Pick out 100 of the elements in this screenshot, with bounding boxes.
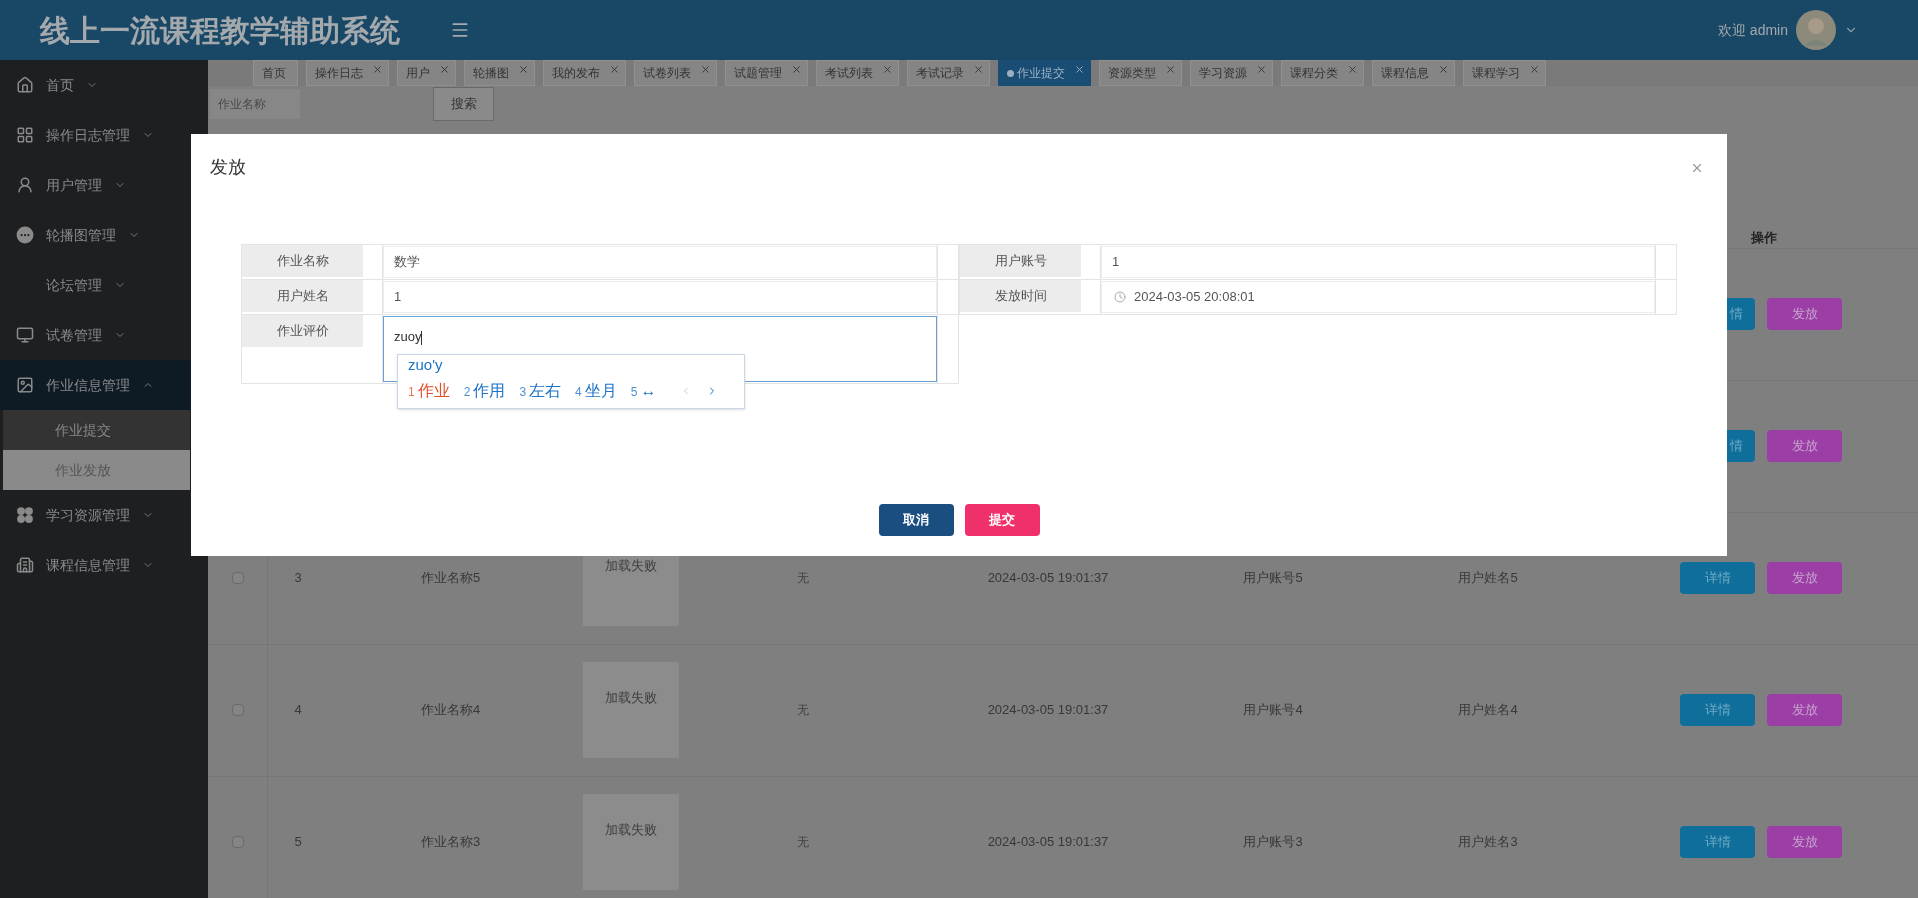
row-checkbox[interactable] — [231, 572, 244, 584]
table-cell-text: 用户姓名4 — [1458, 701, 1518, 720]
close-tab-icon[interactable] — [1347, 63, 1358, 75]
four-circles-icon — [16, 506, 34, 524]
tab[interactable]: 作业提交 — [998, 60, 1091, 86]
sidebar-item[interactable]: 试卷管理 — [0, 310, 208, 360]
dialog-title: 发放 — [210, 156, 246, 179]
close-tab-icon[interactable] — [1165, 63, 1176, 75]
close-tab-icon[interactable] — [609, 63, 620, 75]
text-field[interactable]: 1 — [1101, 246, 1655, 278]
table-cell-text: 无 — [797, 570, 809, 587]
ime-candidate[interactable]: 1 作业 — [408, 379, 450, 403]
field-label: 用户姓名 — [276, 287, 329, 306]
table-cell-text: 3 — [294, 569, 302, 588]
tab[interactable]: 课程学习 — [1463, 60, 1546, 86]
issue-button[interactable]: 发放 — [1767, 562, 1842, 594]
search-button[interactable]: 搜索 — [433, 87, 494, 121]
field-label: 作业评价 — [276, 322, 329, 341]
table-cell-text: 作业名称4 — [420, 701, 481, 720]
app-title: 线上一流课程教学辅助系统 — [40, 12, 401, 49]
close-tab-icon[interactable] — [1256, 63, 1267, 75]
table-cell-text: 2024-03-05 19:01:37 — [987, 833, 1109, 852]
sidebar-item[interactable]: 操作日志管理 — [0, 110, 208, 160]
ime-candidate[interactable]: 2 作用 — [463, 379, 506, 403]
datetime-field[interactable]: 2024-03-05 20:08:01 — [1101, 281, 1655, 313]
submit-button[interactable]: 提交 — [964, 504, 1040, 536]
image-icon — [16, 376, 34, 394]
tab[interactable]: 课程信息 — [1372, 60, 1455, 86]
column-header: 操作 — [1750, 229, 1778, 247]
close-tab-icon[interactable] — [518, 63, 529, 75]
tab[interactable]: 用户 — [397, 60, 456, 86]
sidebar-item[interactable]: 课程信息管理 — [0, 540, 208, 590]
table-cell-text: 5 — [294, 833, 302, 852]
text-field[interactable]: 数学 — [383, 246, 937, 278]
submenu-item[interactable]: 作业提交 — [3, 410, 190, 450]
row-checkbox[interactable] — [231, 704, 244, 716]
issue-button[interactable]: 发放 — [1767, 430, 1842, 462]
tab[interactable]: 试卷列表 — [634, 60, 717, 86]
table-cell-text: 4 — [294, 701, 302, 720]
issue-button[interactable]: 发放 — [1767, 298, 1842, 330]
building-icon — [16, 556, 34, 574]
image-load-failed-text: 加载失败 — [604, 689, 657, 707]
search-field[interactable]: 作业名称 — [210, 89, 300, 119]
ime-candidate[interactable]: 5 ↔ — [630, 379, 657, 403]
tab[interactable]: 我的发布 — [543, 60, 626, 86]
field-label: 发放时间 — [994, 287, 1047, 306]
ime-candidate[interactable]: 3 左右 — [519, 379, 562, 403]
clock-icon — [1114, 291, 1126, 303]
cancel-button[interactable]: 取消 — [878, 504, 954, 536]
close-tab-icon[interactable] — [1438, 63, 1449, 75]
issue-button[interactable]: 发放 — [1767, 694, 1842, 726]
field-label: 用户账号 — [994, 252, 1047, 271]
image-load-failed-text: 加载失败 — [604, 821, 657, 839]
table-cell-text: 作业名称5 — [420, 569, 481, 588]
close-tab-icon[interactable] — [973, 63, 984, 75]
sidebar-item[interactable]: 轮播图管理 — [0, 210, 208, 260]
tab[interactable]: 学习资源 — [1190, 60, 1273, 86]
table-cell-text: 用户姓名5 — [1458, 569, 1518, 588]
sidebar-item[interactable]: 学习资源管理 — [0, 490, 208, 540]
text-field[interactable]: 1 — [383, 281, 937, 313]
close-tab-icon[interactable] — [700, 63, 711, 75]
close-tab-icon[interactable] — [882, 63, 893, 75]
tab[interactable]: 操作日志 — [306, 60, 389, 86]
tab[interactable]: 轮播图 — [464, 60, 535, 86]
close-tab-icon[interactable] — [791, 63, 802, 75]
tab[interactable]: 课程分类 — [1281, 60, 1364, 86]
table-cell-text: 无 — [797, 702, 809, 719]
tab[interactable]: 考试记录 — [907, 60, 990, 86]
close-tab-icon[interactable] — [1529, 63, 1540, 75]
close-tab-icon[interactable] — [439, 63, 450, 75]
ime-candidate[interactable]: 4 坐月 — [575, 379, 617, 403]
row-checkbox[interactable] — [231, 836, 244, 848]
details-button[interactable]: 详情 — [1680, 694, 1755, 726]
user-icon — [16, 176, 34, 194]
field-label: 作业名称 — [276, 252, 329, 271]
grid-icon — [16, 126, 34, 144]
close-tab-icon[interactable] — [1074, 63, 1085, 75]
tab[interactable]: 试题管理 — [725, 60, 808, 86]
table-cell-text: 用户账号3 — [1243, 833, 1303, 852]
issue-button[interactable]: 发放 — [1767, 826, 1842, 858]
home-icon — [16, 76, 34, 94]
table-cell-text: 2024-03-05 19:01:37 — [987, 701, 1109, 720]
table-cell-text: 用户账号4 — [1243, 701, 1303, 720]
close-tab-icon[interactable] — [372, 63, 383, 75]
table-cell-text: 2024-03-05 19:01:37 — [987, 569, 1109, 588]
details-button[interactable]: 详情 — [1680, 826, 1755, 858]
image-load-failed-text: 加载失败 — [604, 557, 657, 575]
menu-icon[interactable] — [450, 20, 470, 40]
sidebar-item[interactable]: 论坛管理 — [0, 260, 208, 310]
tab[interactable]: 首页 — [253, 60, 298, 86]
tab[interactable]: 考试列表 — [816, 60, 899, 86]
table-cell-text: 无 — [797, 834, 809, 851]
table-cell-text: 作业名称3 — [420, 833, 481, 852]
details-button[interactable]: 详情 — [1680, 562, 1755, 594]
sidebar-item[interactable]: 用户管理 — [0, 160, 208, 210]
monitor-icon — [16, 326, 34, 344]
avatar[interactable] — [1796, 10, 1836, 50]
sidebar-item[interactable]: 首页 — [0, 60, 208, 110]
welcome-text: 欢迎 admin — [1717, 20, 1788, 40]
tab[interactable]: 资源类型 — [1099, 60, 1182, 86]
